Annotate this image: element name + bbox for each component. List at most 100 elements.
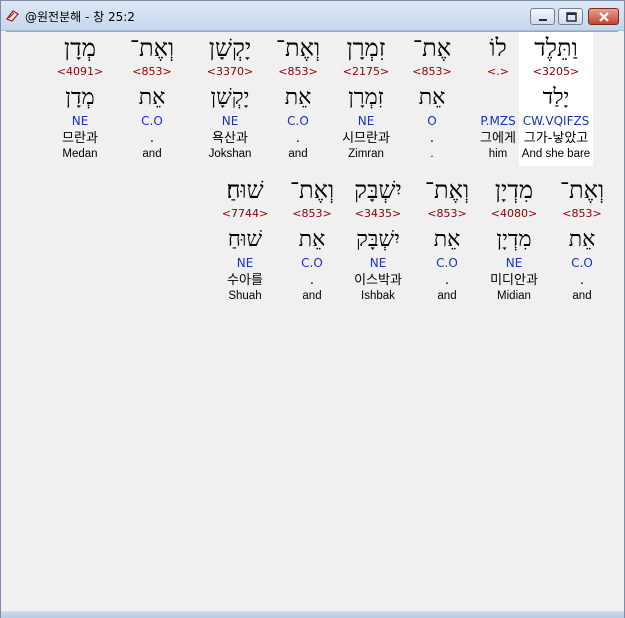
morphology-code: NE bbox=[236, 256, 254, 270]
strong-number: <2175> bbox=[342, 65, 390, 78]
lemma-word: אֵת bbox=[298, 227, 326, 252]
english-gloss: and bbox=[142, 148, 162, 160]
strong-number: <7744> bbox=[221, 207, 269, 220]
interlinear-word[interactable]: וְאֶת־ <853> אֵת C.O. and bbox=[261, 32, 335, 162]
english-gloss: him bbox=[488, 148, 508, 160]
lemma-word: אֵת bbox=[418, 85, 446, 110]
english-gloss: and bbox=[302, 290, 322, 302]
hebrew-word: וְאֶת־ bbox=[275, 34, 321, 62]
korean-gloss: 므란과 bbox=[62, 131, 98, 146]
english-gloss: . bbox=[430, 148, 434, 160]
maximize-button[interactable] bbox=[558, 8, 583, 25]
lemma-word: יִשְׁבָּק bbox=[356, 227, 400, 252]
interlinear-word[interactable]: לוֹ <.> P.MZS 그에게 him bbox=[461, 32, 535, 162]
interlinear-word[interactable]: שׁוּחַ׃ <7744> שׁוּחַ NE 수아를 Shuah bbox=[208, 174, 282, 304]
interlinear-word[interactable]: וְאֶת־ <853> אֵת C.O. and bbox=[545, 174, 619, 304]
lemma-word: מִדְיָן bbox=[496, 227, 532, 252]
korean-gloss: 미디안과 bbox=[490, 273, 538, 288]
morphology-code: O bbox=[427, 114, 437, 128]
status-bar bbox=[1, 611, 624, 618]
english-gloss: Midian bbox=[497, 290, 531, 302]
hebrew-word: וְאֶת־ bbox=[129, 34, 175, 62]
hebrew-word: זִמְרָן bbox=[346, 34, 386, 62]
hebrew-word: אֶת־ bbox=[412, 34, 452, 62]
morphology-code: NE bbox=[71, 114, 89, 128]
lemma-word: זִמְרָן bbox=[348, 85, 384, 110]
interlinear-word[interactable]: וְאֶת־ <853> אֵת C.O. and bbox=[410, 174, 484, 304]
strong-number: <853> bbox=[562, 207, 602, 220]
morphology-code: P.MZS bbox=[480, 114, 516, 128]
english-gloss: and bbox=[572, 290, 592, 302]
english-gloss: Zimran bbox=[348, 148, 384, 160]
korean-gloss: 수아를 bbox=[227, 273, 263, 288]
morphology-code: C.O bbox=[141, 114, 163, 128]
strong-number: <3435> bbox=[354, 207, 402, 220]
hebrew-word: מְדָן bbox=[64, 34, 96, 62]
strong-number: <.> bbox=[487, 65, 509, 78]
interlinear-word[interactable]: מִדְיָן <4080> מִדְיָן NE 미디안과 Midian bbox=[477, 174, 551, 304]
interlinear-panel[interactable]: וַתֵּלֶד <3205> יָלַד CW.VQIFZS 그가-낳았고 And sh… bbox=[6, 31, 618, 610]
interlinear-word[interactable]: וְאֶת־ <853> אֵת C.O. and bbox=[115, 32, 189, 162]
lemma-word: אֵת bbox=[433, 227, 461, 252]
morphology-code: NE bbox=[369, 256, 387, 270]
english-gloss: Medan bbox=[62, 148, 98, 160]
morphology-code: NE bbox=[505, 256, 523, 270]
lemma-word: אֵת bbox=[568, 227, 596, 252]
strong-number: <4091> bbox=[56, 65, 104, 78]
korean-gloss: . bbox=[579, 273, 585, 288]
interlinear-word[interactable]: יִשְׁבָּק <3435> יִשְׁבָּק NE 이스박과 Ishbak bbox=[341, 174, 415, 304]
title-bar[interactable]: @원전분해 - 창 25:2 bbox=[1, 1, 624, 31]
korean-gloss: . bbox=[309, 273, 315, 288]
minimize-button[interactable] bbox=[530, 8, 555, 25]
close-icon bbox=[599, 12, 609, 22]
english-gloss: Ishbak bbox=[361, 290, 395, 302]
morphology-code: NE bbox=[221, 114, 239, 128]
interlinear-word[interactable]: זִמְרָן <2175> זִמְרָן NE 시므란과 Zimran bbox=[329, 32, 403, 162]
lemma-word: שׁוּחַ bbox=[227, 227, 263, 252]
strong-number: <853> bbox=[292, 207, 332, 220]
hebrew-word: וְאֶת־ bbox=[424, 176, 470, 204]
korean-gloss: 그에게 bbox=[480, 131, 516, 146]
hebrew-word: מִדְיָן bbox=[494, 176, 534, 204]
strong-number: <3370> bbox=[206, 65, 254, 78]
morphology-code: NE bbox=[357, 114, 375, 128]
strong-number: <853> bbox=[278, 65, 318, 78]
interlinear-word[interactable]: וְאֶת־ <853> אֵת C.O. and bbox=[275, 174, 349, 304]
interlinear-word[interactable]: מְדָן <4091> מְדָן NE 므란과 Medan bbox=[43, 32, 117, 162]
morphology-code: C.O bbox=[436, 256, 458, 270]
lemma-word: אֵת bbox=[138, 85, 166, 110]
korean-gloss: 이스박과 bbox=[354, 273, 402, 288]
strong-number: <4080> bbox=[490, 207, 538, 220]
interlinear-word[interactable]: יָקְשָׁן <3370> יָקְשָׁן NE 욕산과 Jokshan bbox=[193, 32, 267, 162]
korean-gloss: 욕산과 bbox=[212, 131, 248, 146]
english-gloss: Shuah bbox=[228, 290, 262, 302]
close-button[interactable] bbox=[588, 8, 619, 25]
english-gloss: and bbox=[288, 148, 308, 160]
lemma-word: יָקְשָׁן bbox=[210, 85, 250, 110]
korean-gloss: . bbox=[444, 273, 450, 288]
english-gloss: and bbox=[437, 290, 457, 302]
korean-gloss: . bbox=[429, 131, 435, 146]
app-window: @원전분해 - 창 25:2 וַתֵּלֶד <3205> יָלַד CW.VQI… bbox=[0, 0, 625, 618]
korean-gloss: . bbox=[295, 131, 301, 146]
korean-gloss: . bbox=[149, 131, 155, 146]
korean-gloss: 시므란과 bbox=[342, 131, 390, 146]
hebrew-word: וְאֶת־ bbox=[289, 176, 335, 204]
hebrew-word: שׁוּחַ׃ bbox=[226, 176, 264, 204]
app-icon bbox=[5, 10, 19, 22]
hebrew-word: וְאֶת־ bbox=[559, 176, 605, 204]
minimize-icon bbox=[539, 19, 547, 21]
english-gloss: Jokshan bbox=[208, 148, 252, 160]
morphology-code: C.O bbox=[287, 114, 309, 128]
strong-number: <853> bbox=[132, 65, 172, 78]
hebrew-word: יִשְׁבָּק bbox=[354, 176, 402, 204]
maximize-icon bbox=[566, 12, 577, 22]
hebrew-word: יָקְשָׁן bbox=[208, 34, 252, 62]
window-title: @원전분해 - 창 25:2 bbox=[25, 10, 135, 24]
interlinear-word[interactable]: אֶת־ <853> אֵת O.. bbox=[395, 32, 469, 162]
morphology-code: C.O bbox=[571, 256, 593, 270]
morphology-code: C.O bbox=[301, 256, 323, 270]
strong-number: <853> bbox=[412, 65, 452, 78]
strong-number: <853> bbox=[427, 207, 467, 220]
lemma-word: מְדָן bbox=[65, 85, 95, 110]
